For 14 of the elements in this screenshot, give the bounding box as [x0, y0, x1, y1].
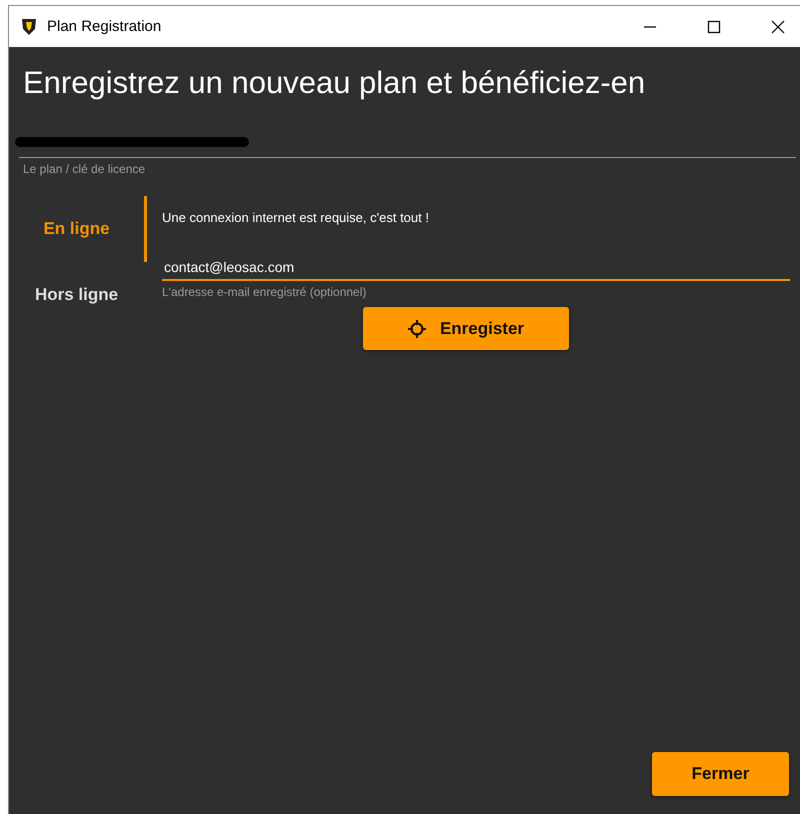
- close-icon[interactable]: [770, 18, 786, 34]
- close-button[interactable]: Fermer: [652, 752, 789, 796]
- crosshair-icon: [408, 320, 426, 338]
- maximize-icon[interactable]: [706, 18, 722, 34]
- tab[interactable]: Hors ligne: [9, 262, 147, 328]
- field-label: L'adresse e-mail enregistré (optionnel): [162, 285, 368, 299]
- page-heading: Enregistrez un nouveau plan et bénéficiez-en: [22, 64, 646, 101]
- field-label: Le plan / clé de licence: [23, 162, 146, 176]
- info-message: Une connexion internet est requise, c'est tout !: [162, 210, 430, 225]
- window-title: Plan Registration: [47, 18, 162, 35]
- tab[interactable]: En ligne: [9, 196, 147, 262]
- app-logo-icon: [19, 16, 39, 36]
- email-field[interactable]: contact@leosac.com: [162, 259, 790, 281]
- register-button[interactable]: Enregister: [363, 307, 569, 350]
